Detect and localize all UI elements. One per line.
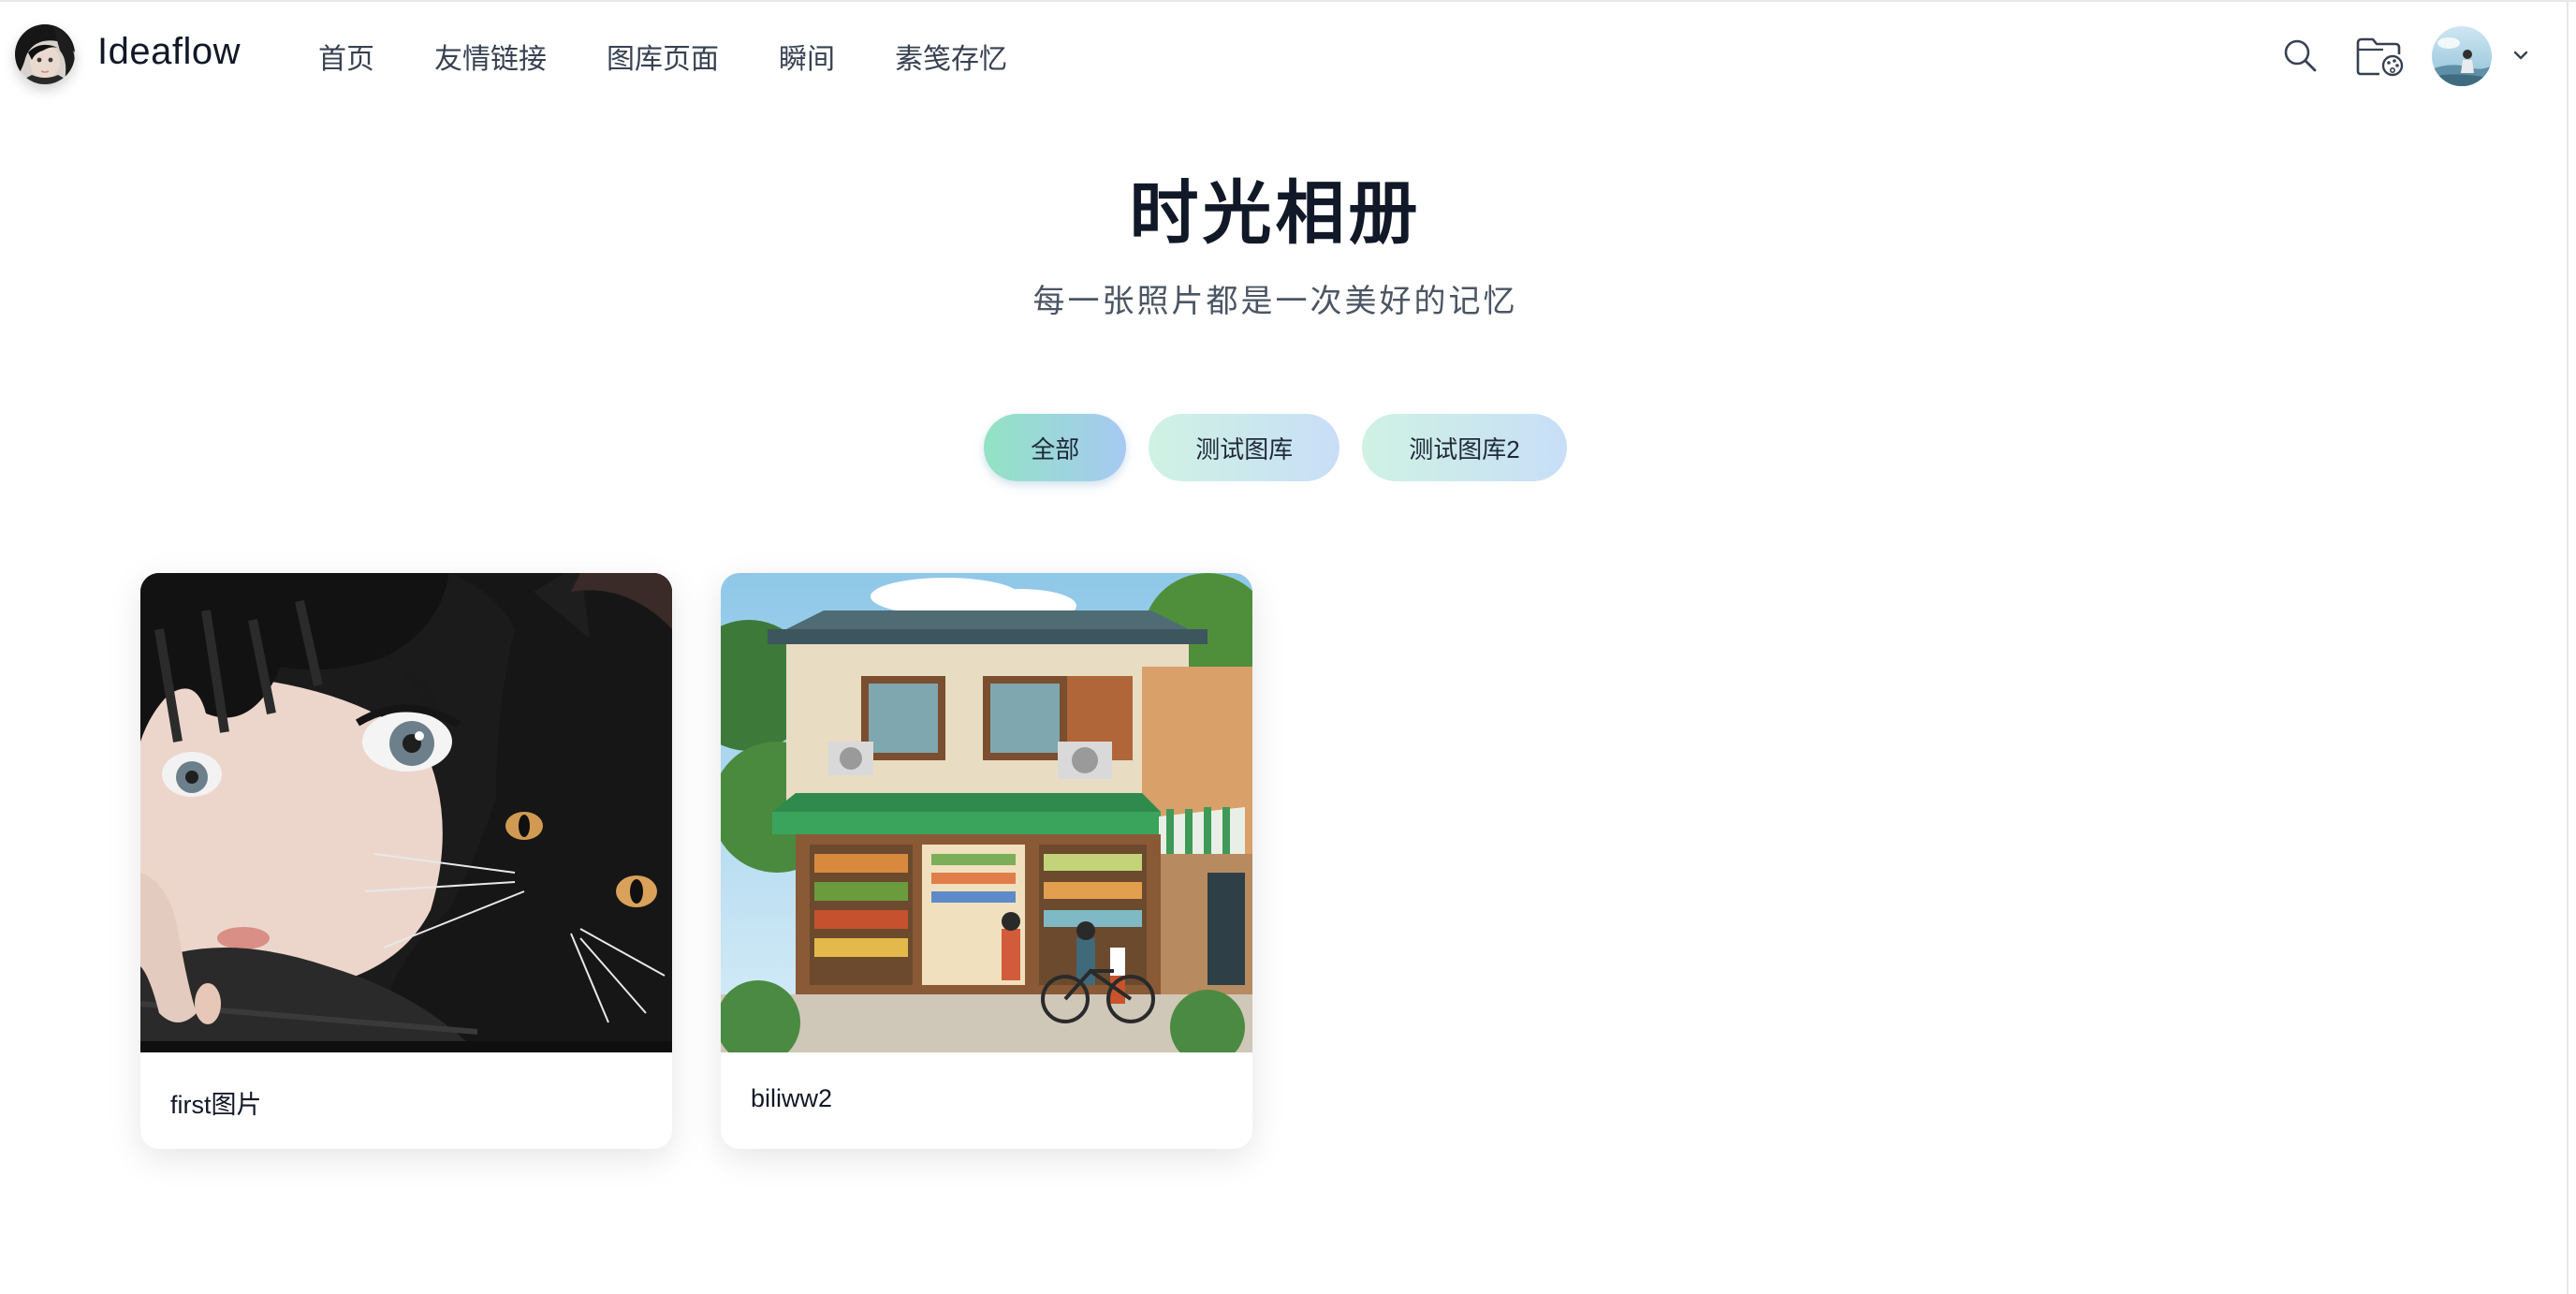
- folder-palette-icon[interactable]: [2355, 36, 2404, 77]
- user-avatar[interactable]: [2432, 26, 2492, 86]
- logo-portrait-image: [15, 24, 75, 84]
- filter-test-gallery[interactable]: 测试图库: [1149, 414, 1340, 481]
- site-logo[interactable]: [15, 24, 75, 84]
- chevron-down-icon[interactable]: [2512, 47, 2529, 64]
- main-nav: 首页 友情链接 图库页面 瞬间 素笺存忆: [318, 36, 1007, 77]
- top-navbar: Ideaflow 首页 友情链接 图库页面 瞬间 素笺存忆: [0, 0, 2576, 108]
- nav-item-home[interactable]: 首页: [318, 36, 374, 77]
- nav-item-gallery[interactable]: 图库页面: [607, 36, 719, 77]
- photo-card[interactable]: biliww2: [721, 573, 1252, 1149]
- photo-thumbnail: [140, 573, 672, 1052]
- filter-all[interactable]: 全部: [984, 414, 1127, 481]
- search-icon[interactable]: [2282, 37, 2318, 73]
- avatar-image: [2432, 26, 2492, 86]
- filter-test-gallery-2[interactable]: 测试图库2: [1362, 414, 1567, 481]
- nav-item-moments[interactable]: 瞬间: [779, 36, 835, 77]
- photo-thumbnail: [721, 573, 1252, 1052]
- page-subtitle: 每一张照片都是一次美好的记忆: [1032, 284, 1518, 319]
- page-title: 时光相册: [1129, 174, 1422, 252]
- scrollbar-track[interactable]: [2567, 0, 2569, 1294]
- photo-caption: first图片: [170, 1091, 262, 1119]
- brand-name[interactable]: Ideaflow: [97, 31, 241, 73]
- album-filter-tabs: 全部 测试图库 测试图库2: [0, 414, 2551, 481]
- nav-item-friend-links[interactable]: 友情链接: [434, 36, 547, 77]
- photo-card[interactable]: first图片: [140, 573, 672, 1149]
- photo-caption: biliww2: [751, 1084, 833, 1112]
- nav-item-notes[interactable]: 素笺存忆: [895, 36, 1007, 77]
